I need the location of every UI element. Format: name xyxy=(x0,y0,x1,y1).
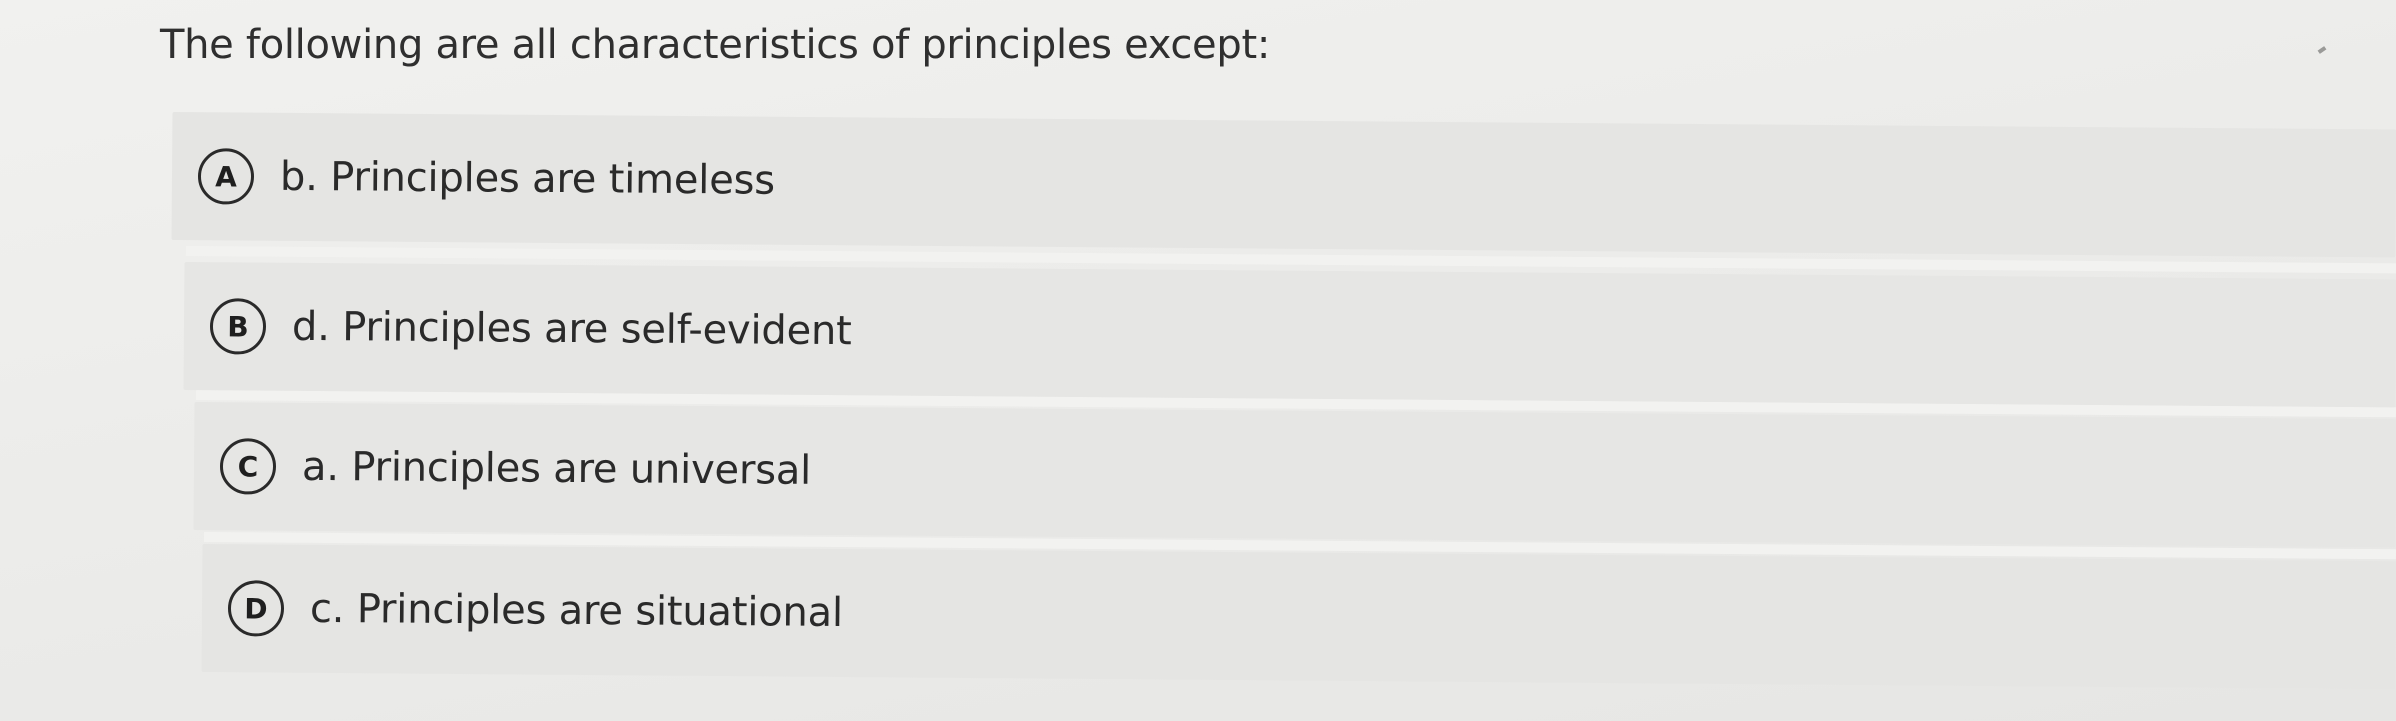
answer-option-b[interactable]: B d. Principles are self-evident xyxy=(183,262,2396,408)
question-text: The following are all characteristics of… xyxy=(160,22,1271,68)
option-a-radio[interactable]: A xyxy=(197,148,255,205)
option-a-label: b. Principles are timeless xyxy=(279,153,776,204)
option-d-radio[interactable]: D xyxy=(227,580,285,637)
answer-option-c[interactable]: C a. Principles are universal xyxy=(193,402,2396,548)
option-b-label: d. Principles are self-evident xyxy=(291,303,852,355)
option-c-label: a. Principles are universal xyxy=(301,443,812,494)
option-b-radio[interactable]: B xyxy=(209,298,267,355)
option-c-radio[interactable]: C xyxy=(219,438,277,495)
answer-option-d[interactable]: D c. Principles are situational xyxy=(201,544,2396,690)
stray-mark xyxy=(2317,46,2327,54)
option-d-label: c. Principles are situational xyxy=(309,585,844,637)
answer-option-a[interactable]: A b. Principles are timeless xyxy=(171,112,2396,258)
